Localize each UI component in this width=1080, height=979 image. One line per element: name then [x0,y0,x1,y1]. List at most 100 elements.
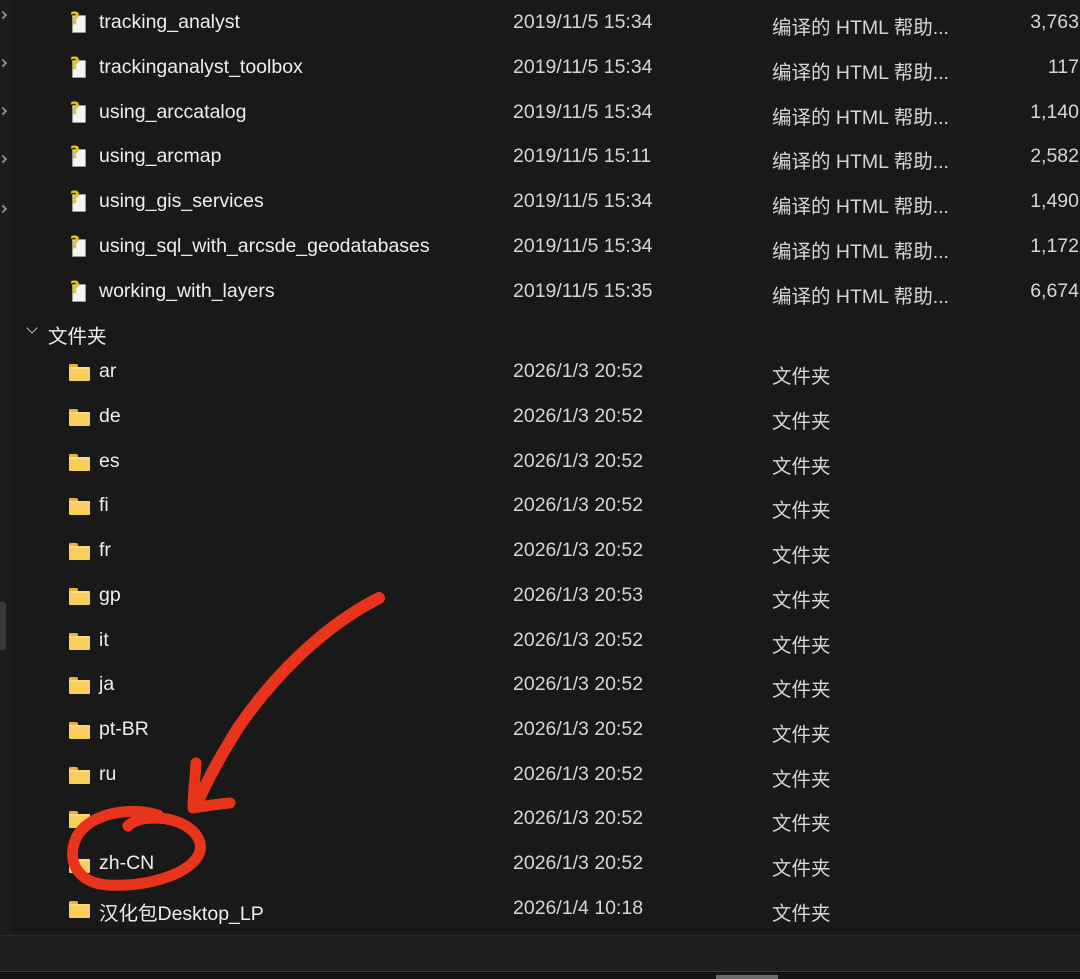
folder-name: 汉化包Desktop_LP [99,903,264,925]
folder-row[interactable]: ar 2026/1/3 20:52 文件夹 [10,350,1080,394]
folder-date: 2026/1/3 20:52 [513,405,644,427]
folder-type: 文件夹 [772,366,831,388]
folder-row[interactable]: ru 2026/1/3 20:52 文件夹 [10,753,1080,797]
chm-help-icon: ? [68,99,90,123]
file-date: 2019/11/5 15:34 [513,56,653,78]
folder-type: 文件夹 [772,813,831,835]
file-name: using_sql_with_arcsde_geodatabases [99,235,430,257]
folder-row[interactable]: de 2026/1/3 20:52 文件夹 [10,395,1080,439]
group-label: 文件夹 [48,326,107,348]
file-type: 编译的 HTML 帮助... [772,17,949,39]
horizontal-scrollbar[interactable] [0,971,1080,979]
folder-date: 2026/1/4 10:18 [513,897,644,919]
folder-name: gp [99,584,121,606]
folder-row[interactable]: es 2026/1/3 20:52 文件夹 [10,440,1080,484]
folder-icon [68,362,90,382]
file-type: 编译的 HTML 帮助... [772,151,949,173]
file-type: 编译的 HTML 帮助... [772,107,949,129]
folder-date: 2026/1/3 20:52 [513,852,644,874]
folder-date: 2026/1/3 20:52 [513,539,644,561]
folder-date: 2026/1/3 20:52 [513,629,644,651]
folder-date: 2026/1/3 20:52 [513,494,644,516]
file-type: 编译的 HTML 帮助... [772,241,949,263]
file-size: 6,674 [1030,280,1079,302]
folder-row[interactable]: 2026/1/3 20:52 文件夹 [10,797,1080,841]
folder-name: zh-CN [99,852,155,874]
folder-icon [68,586,90,606]
chm-help-icon: ? [68,143,90,167]
chm-help-icon: ? [68,233,90,257]
file-type: 编译的 HTML 帮助... [772,196,949,218]
folder-name: fi [99,494,109,516]
folder-type: 文件夹 [772,724,831,746]
file-type: 编译的 HTML 帮助... [772,286,949,308]
folder-row[interactable]: 汉化包Desktop_LP 2026/1/4 10:18 文件夹 [10,887,1080,931]
folder-date: 2026/1/3 20:53 [513,584,644,606]
folder-row[interactable]: ja 2026/1/3 20:52 文件夹 [10,663,1080,707]
folder-date: 2026/1/3 20:52 [513,718,644,740]
folder-row[interactable]: fr 2026/1/3 20:52 文件夹 [10,529,1080,573]
folder-name: ru [99,763,117,785]
file-name: working_with_layers [99,280,275,302]
chm-help-icon: ? [68,54,90,78]
file-list: ? tracking_analyst 2019/11/5 15:34 编译的 H… [0,0,1080,935]
folder-date: 2026/1/3 20:52 [513,807,644,829]
folder-type: 文件夹 [772,679,831,701]
folder-date: 2026/1/3 20:52 [513,763,644,785]
chm-help-icon: ? [68,9,90,33]
file-size: 117 [1047,56,1079,78]
file-row[interactable]: ? working_with_layers 2019/11/5 15:35 编译… [10,270,1080,314]
file-name: trackinganalyst_toolbox [99,56,303,78]
folder-date: 2026/1/3 20:52 [513,673,644,695]
folder-type: 文件夹 [772,411,831,433]
folder-name: ar [99,360,117,382]
folder-icon [68,854,90,874]
folder-icon [68,899,90,919]
file-row[interactable]: ? using_gis_services 2019/11/5 15:34 编译的… [10,180,1080,224]
folder-date: 2026/1/3 20:52 [513,360,644,382]
folder-name: pt-BR [99,718,149,740]
folder-row[interactable]: pt-BR 2026/1/3 20:52 文件夹 [10,708,1080,752]
file-name: using_gis_services [99,190,264,212]
folder-icon [68,809,90,829]
folder-icon [68,496,90,516]
folder-type: 文件夹 [772,858,831,880]
folder-type: 文件夹 [772,590,831,612]
file-row[interactable]: ? using_arccatalog 2019/11/5 15:34 编译的 H… [10,91,1080,135]
folder-type: 文件夹 [772,769,831,791]
file-name: tracking_analyst [99,11,240,33]
folder-row[interactable]: gp 2026/1/3 20:53 文件夹 [10,574,1080,618]
folder-row[interactable]: zh-CN 2026/1/3 20:52 文件夹 [10,842,1080,886]
status-bar [0,935,1080,979]
folder-type: 文件夹 [772,456,831,478]
folder-date: 2026/1/3 20:52 [513,450,644,472]
folder-name: ja [99,673,115,695]
folder-row[interactable]: fi 2026/1/3 20:52 文件夹 [10,484,1080,528]
file-row[interactable]: ? trackinganalyst_toolbox 2019/11/5 15:3… [10,46,1080,90]
folder-icon [68,720,90,740]
file-size: 1,140 [1030,101,1079,123]
folder-group-header[interactable]: 文件夹 [10,312,1080,352]
file-name: using_arccatalog [99,101,247,123]
folder-row[interactable]: it 2026/1/3 20:52 文件夹 [10,619,1080,663]
file-date: 2019/11/5 15:34 [513,235,653,257]
folder-type: 文件夹 [772,903,831,925]
folder-icon [68,452,90,472]
file-type: 编译的 HTML 帮助... [772,62,949,84]
file-size: 3,763 [1030,11,1079,33]
folder-type: 文件夹 [772,635,831,657]
file-size: 2,582 [1030,145,1079,167]
chevron-down-icon[interactable] [26,322,38,334]
folder-icon [68,631,90,651]
file-row[interactable]: ? using_arcmap 2019/11/5 15:11 编译的 HTML … [10,135,1080,179]
file-date: 2019/11/5 15:35 [513,280,653,302]
folder-icon [68,675,90,695]
scrollbar-thumb[interactable] [716,975,778,979]
file-date: 2019/11/5 15:34 [513,11,653,33]
file-row[interactable]: ? tracking_analyst 2019/11/5 15:34 编译的 H… [10,1,1080,45]
file-row[interactable]: ? using_sql_with_arcsde_geodatabases 201… [10,225,1080,269]
explorer-window: ? tracking_analyst 2019/11/5 15:34 编译的 H… [0,0,1080,935]
folder-icon [68,407,90,427]
folder-name: it [99,629,109,651]
folder-type: 文件夹 [772,545,831,567]
